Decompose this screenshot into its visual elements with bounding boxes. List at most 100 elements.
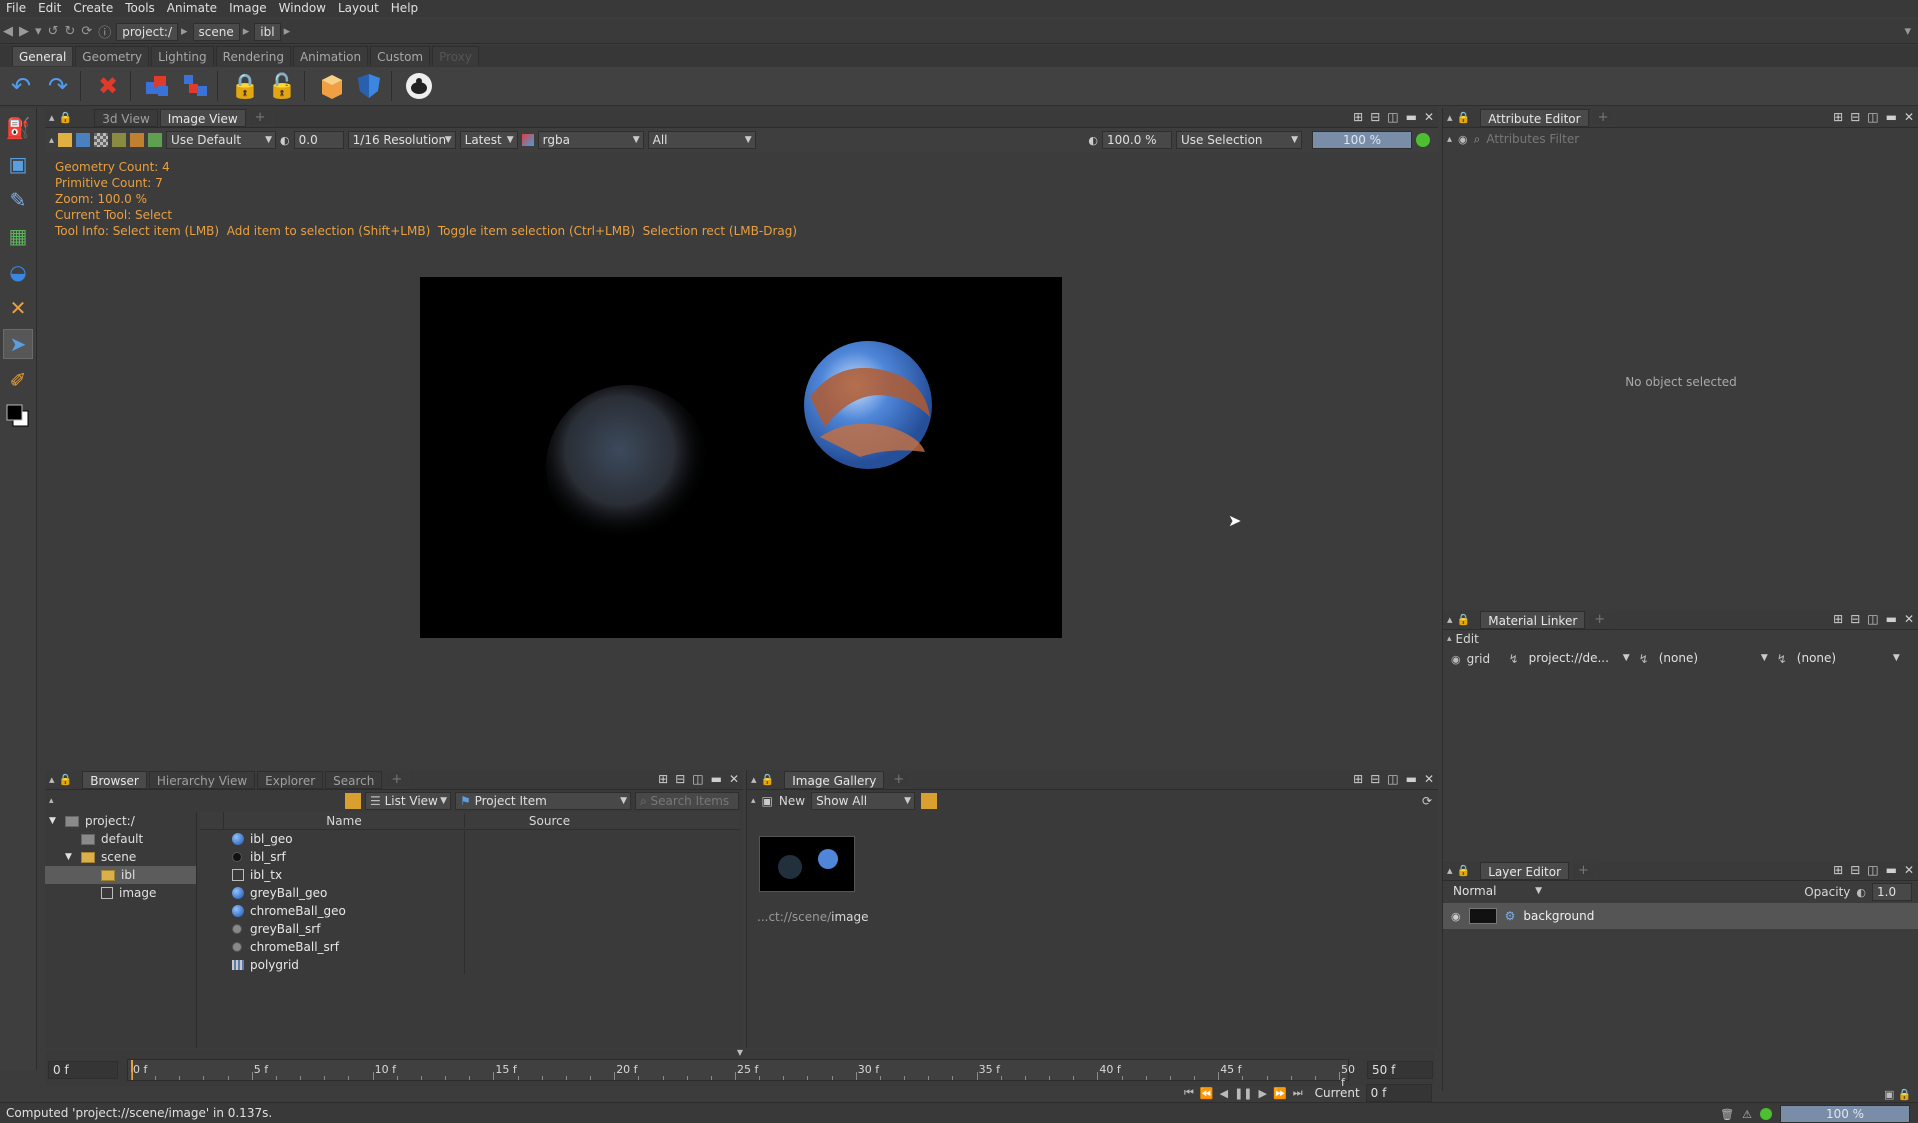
gallery-options-icon[interactable] xyxy=(921,793,938,809)
split-horizontal-icon[interactable]: ⊟ xyxy=(1850,110,1860,124)
menu-window[interactable]: Window xyxy=(273,0,332,17)
render-box-icon[interactable] xyxy=(316,70,348,102)
menu-help[interactable]: Help xyxy=(385,0,424,17)
pane-lock-icon[interactable]: 🔒 xyxy=(1457,613,1471,626)
maximize-icon[interactable]: ▬ xyxy=(1406,772,1417,786)
tab-3d-view[interactable]: 3d View xyxy=(94,108,158,127)
view-mode-dropdown[interactable]: ☰ List View ▼ xyxy=(365,792,451,810)
checker-icon[interactable] xyxy=(94,133,109,147)
gallery-filter-dropdown[interactable]: Show All ▼ xyxy=(811,792,916,810)
layer-name[interactable]: background xyxy=(1523,909,1594,923)
shield-icon[interactable] xyxy=(353,70,385,102)
last-frame-icon[interactable]: ⏭ xyxy=(1293,1086,1303,1100)
tree-item-default[interactable]: default xyxy=(45,830,196,848)
layer-row[interactable]: ◉ ⚙ background xyxy=(1443,903,1918,929)
opacity-icon[interactable]: ◐ xyxy=(1856,886,1866,899)
split-grid-icon[interactable]: ⊞ xyxy=(1833,110,1843,124)
close-icon[interactable]: ✕ xyxy=(1904,863,1914,877)
pick-icon[interactable]: ↯ xyxy=(1777,652,1787,666)
rendered-image[interactable] xyxy=(420,277,1062,638)
prev-key-icon[interactable]: ⏪ xyxy=(1200,1087,1214,1100)
tab-hierarchy-view[interactable]: Hierarchy View xyxy=(148,770,256,789)
shader-dropdown[interactable]: (none) ▼ xyxy=(1654,650,1771,668)
list-item[interactable]: ibl_srf xyxy=(224,848,740,866)
bowl-icon[interactable]: ◒ xyxy=(3,257,33,287)
add-tab-button[interactable]: + xyxy=(247,109,273,126)
split-vertical-icon[interactable]: ◫ xyxy=(1387,110,1398,124)
lock-icon[interactable]: 🔒 xyxy=(229,70,261,102)
pane-menu-icon[interactable]: ▴ xyxy=(49,796,54,806)
column-source[interactable]: Source xyxy=(464,813,634,828)
region-icon[interactable] xyxy=(112,133,127,147)
tab-lighting[interactable]: Lighting xyxy=(151,46,214,66)
brush-icon[interactable]: ✐ xyxy=(3,365,33,395)
material-link-row[interactable]: ◉ grid ↯ project://de... ▼ ↯ (none) ▼ ↯ (n… xyxy=(1443,648,1918,670)
pane-menu-icon[interactable]: ▴ xyxy=(1447,613,1453,626)
exposure-icon[interactable]: ◐ xyxy=(280,134,290,147)
pane-lock-icon[interactable]: 🔒 xyxy=(1457,864,1471,877)
new-snapshot-button[interactable]: New xyxy=(779,794,805,808)
first-frame-icon[interactable]: ⏮ xyxy=(1184,1086,1194,1100)
pane-lock-icon[interactable]: 🔒 xyxy=(59,111,73,124)
next-key-icon[interactable]: ⏩ xyxy=(1273,1087,1287,1100)
pane-menu-icon[interactable]: ▴ xyxy=(751,773,757,786)
breadcrumb-project[interactable]: project:/ xyxy=(116,22,178,41)
list-item[interactable]: ibl_geo xyxy=(224,830,740,848)
refresh-icon[interactable]: ⟳ xyxy=(1422,794,1432,808)
pane-menu-icon[interactable]: ▴ xyxy=(49,773,55,786)
pane-menu-icon[interactable]: ▴ xyxy=(49,135,54,146)
layer-dropdown[interactable]: All ▼ xyxy=(647,131,756,149)
split-vertical-icon[interactable]: ◫ xyxy=(1867,863,1878,877)
close-icon[interactable]: ✕ xyxy=(729,772,739,786)
menu-create[interactable]: Create xyxy=(67,0,119,17)
unlock-icon[interactable]: 🔓 xyxy=(266,70,298,102)
tab-explorer[interactable]: Explorer xyxy=(257,770,324,789)
bucket-icon[interactable]: ⛽ xyxy=(3,113,33,143)
list-item[interactable]: chromeBall_geo xyxy=(224,902,740,920)
split-horizontal-icon[interactable]: ⊟ xyxy=(1370,772,1380,786)
refresh-icon[interactable]: ⟳ xyxy=(78,24,95,39)
pane-lock-icon[interactable]: 🔒 xyxy=(1457,111,1471,124)
back-icon[interactable]: ◀ xyxy=(0,24,16,39)
pane-menu-icon[interactable]: ▴ xyxy=(1447,634,1452,644)
filter-icon[interactable] xyxy=(345,793,361,809)
split-grid-icon[interactable]: ⊞ xyxy=(658,772,668,786)
tab-animation[interactable]: Animation xyxy=(292,46,369,66)
maximize-icon[interactable]: ▬ xyxy=(711,772,722,786)
timeline-track[interactable]: 0 f5 f 10 f 15 f 20 f 25 f 30 f 35 f 40 f 45 f 50… xyxy=(127,1059,1355,1089)
zoom-field[interactable]: 100.0 % xyxy=(1102,131,1172,149)
split-grid-icon[interactable]: ⊞ xyxy=(1833,863,1843,877)
redo-icon[interactable]: ↷ xyxy=(42,70,74,102)
tab-layer-editor[interactable]: Layer Editor xyxy=(1480,861,1570,880)
pane-menu-icon[interactable]: ▴ xyxy=(751,796,756,806)
lock-icon[interactable]: 🔒 xyxy=(1898,1088,1912,1101)
eyedropper-icon[interactable]: ✎ xyxy=(3,185,33,215)
menu-image[interactable]: Image xyxy=(223,0,273,17)
pick-icon[interactable]: ↯ xyxy=(1509,652,1519,666)
blend-mode-dropdown[interactable]: Normal ▼ xyxy=(1449,883,1545,901)
tree-item-scene[interactable]: ▼ scene xyxy=(45,848,196,866)
attributes-filter-input[interactable]: Attributes Filter xyxy=(1486,132,1866,146)
tab-proxy[interactable]: Proxy xyxy=(432,46,479,66)
maximize-icon[interactable]: ▬ xyxy=(1406,110,1417,124)
transform-icon[interactable]: ✕ xyxy=(3,293,33,323)
selection-dropdown[interactable]: Use Selection ▼ xyxy=(1176,131,1302,149)
material-dropdown[interactable]: project://de... ▼ xyxy=(1524,650,1633,668)
split-grid-icon[interactable]: ⊞ xyxy=(1833,612,1843,626)
split-horizontal-icon[interactable]: ⊟ xyxy=(1370,110,1380,124)
maximize-icon[interactable]: ▬ xyxy=(1886,863,1897,877)
eye-icon[interactable]: ◉ xyxy=(1451,653,1461,666)
menu-animate[interactable]: Animate xyxy=(161,0,223,17)
select-icon[interactable]: ➤ xyxy=(3,329,33,359)
undo-icon[interactable]: ↶ xyxy=(5,70,37,102)
pane-menu-icon[interactable]: ▴ xyxy=(1447,864,1453,877)
pane-menu-icon[interactable]: ▴ xyxy=(1447,111,1453,124)
menu-layout[interactable]: Layout xyxy=(332,0,385,17)
tab-image-view[interactable]: Image View xyxy=(159,108,246,127)
undo-nav-icon[interactable]: ↺ xyxy=(45,24,62,39)
override-dropdown[interactable]: (none) ▼ xyxy=(1792,650,1903,668)
delete-icon[interactable]: ✖ xyxy=(92,70,124,102)
close-icon[interactable]: ✕ xyxy=(1424,772,1434,786)
color-swatch-icon[interactable] xyxy=(3,401,33,431)
menu-edit[interactable]: Edit xyxy=(32,0,67,17)
